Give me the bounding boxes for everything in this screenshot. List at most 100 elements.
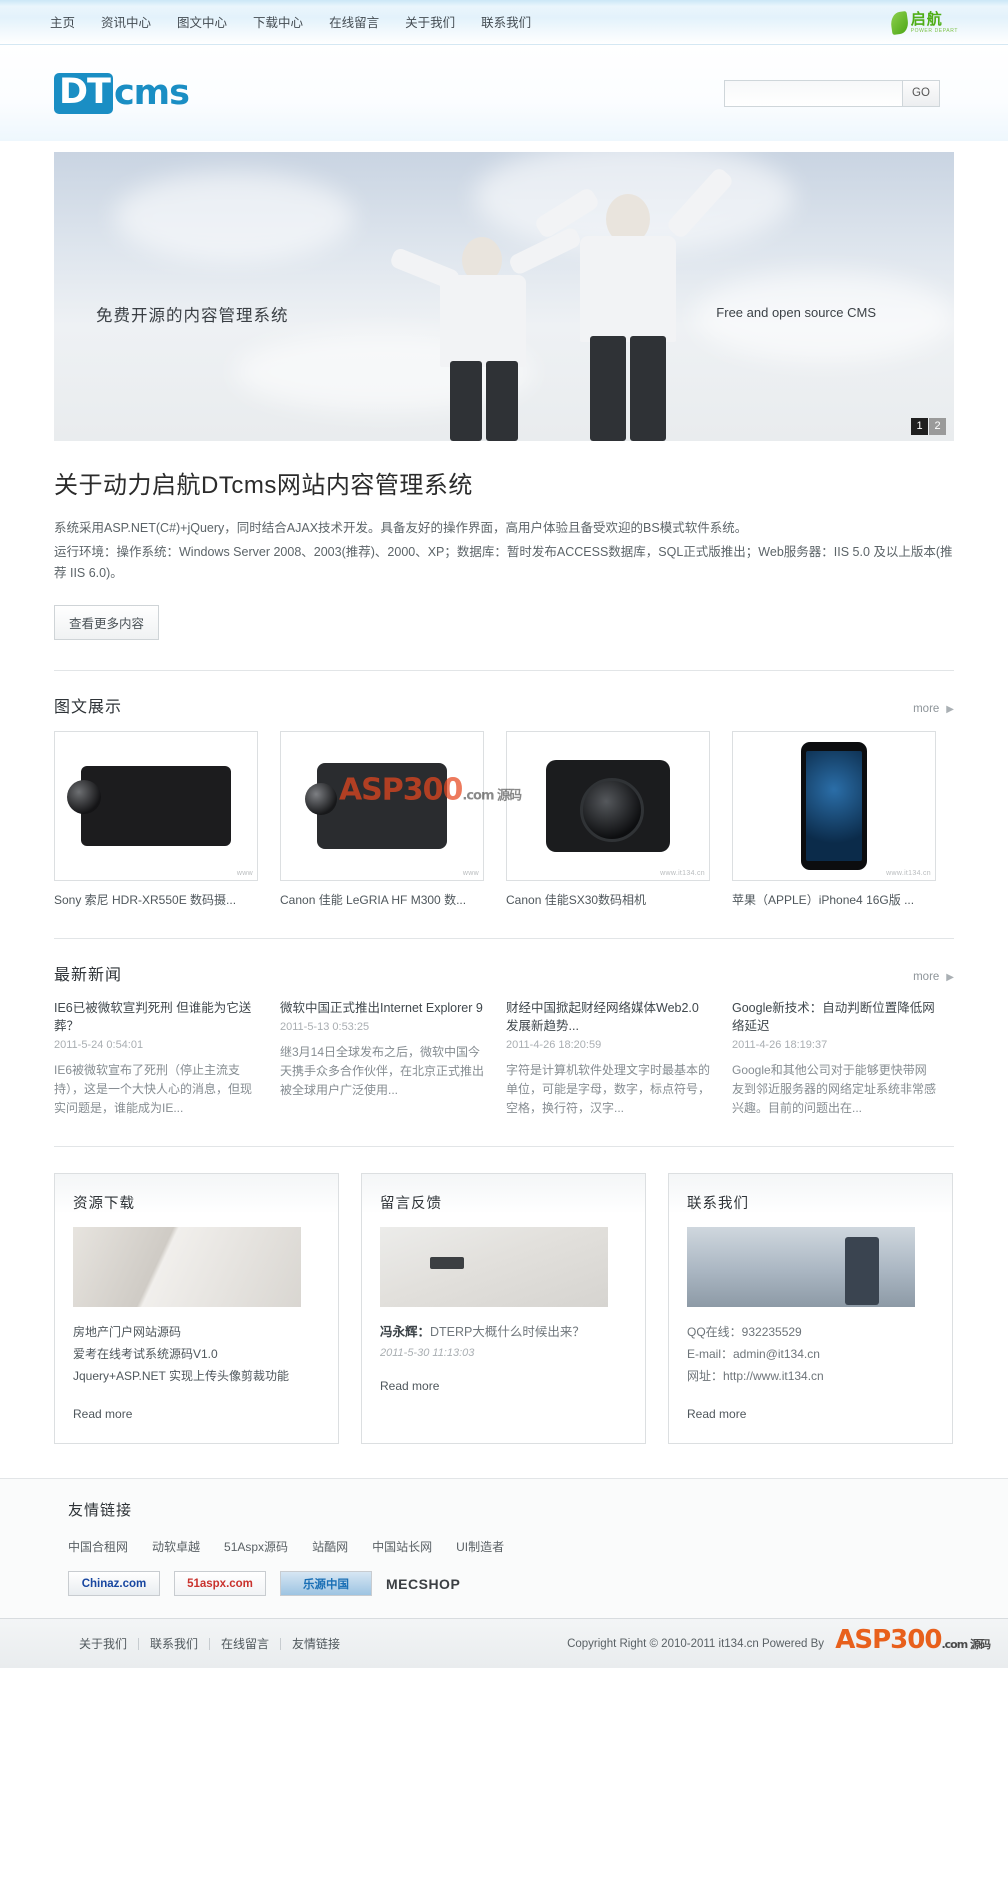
company-name-cn: 启航 bbox=[910, 10, 943, 28]
nav-item-home[interactable]: 主页 bbox=[44, 10, 88, 36]
panel-contact: 联系我们 QQ在线：932235529 E-mail：admin@it134.c… bbox=[668, 1173, 953, 1444]
search-input[interactable] bbox=[725, 80, 902, 106]
page-title: 关于动力启航DTcms网站内容管理系统 bbox=[54, 472, 473, 499]
about-paragraph-2: 运行环境：操作系统：Windows Server 2008、2003(推荐)、2… bbox=[54, 545, 953, 580]
downloads-read-more-link[interactable]: Read more bbox=[73, 1407, 132, 1421]
contact-qq: QQ在线：932235529 bbox=[687, 1325, 802, 1339]
friend-logo-mecshop[interactable]: MECSHOP bbox=[386, 1571, 460, 1596]
friend-logo-leyuan[interactable]: 乐源中国 bbox=[280, 1571, 372, 1596]
chevron-right-icon: ▶ bbox=[946, 971, 954, 983]
banner-headline-cn: 免费开源的内容管理系统 bbox=[96, 307, 289, 325]
friend-link[interactable]: UI制造者 bbox=[456, 1538, 504, 1555]
page-root: 主页 资讯中心 图文中心 下载中心 在线留言 关于我们 联系我们 启航 POWE… bbox=[0, 0, 1008, 1668]
footer-brand-suffix: .com 源码 bbox=[941, 1638, 991, 1651]
nav-item-contact[interactable]: 联系我们 bbox=[468, 10, 544, 36]
panel-contact-image bbox=[687, 1227, 915, 1307]
gallery-caption: Sony 索尼 HDR-XR550E 数码摄... bbox=[54, 893, 237, 907]
news-item-title[interactable]: 微软中国正式推出Internet Explorer 9 bbox=[280, 999, 484, 1017]
about-section: 关于动力启航DTcms网站内容管理系统 系统采用ASP.NET(C#)+jQue… bbox=[54, 441, 954, 640]
about-paragraph-1: 系统采用ASP.NET(C#)+jQuery，同时结合AJAX技术开发。具备友好… bbox=[54, 521, 748, 535]
leaf-icon bbox=[889, 10, 910, 35]
news-more-link[interactable]: more ▶ bbox=[913, 971, 954, 983]
company-logo[interactable]: 启航 POWER DEPART bbox=[889, 10, 964, 35]
guestbook-entry: 冯永辉：DTERP大概什么时候出来？ 2011-5-30 11:13:03 bbox=[380, 1321, 627, 1359]
gallery-item[interactable]: www Canon 佳能 LeGRIA HF M300 数... bbox=[280, 731, 484, 908]
friend-links-section: 友情链接 中国合租网 动软卓越 51Aspx源码 站酷网 中国站长网 UI制造者… bbox=[0, 1478, 1008, 1618]
nav-item-news[interactable]: 资讯中心 bbox=[88, 10, 164, 36]
news-item: IE6已被微软宣判死刑 但谁能为它送葬？ 2011-5-24 0:54:01 I… bbox=[54, 999, 258, 1118]
download-list-item[interactable]: 房地产门户网站源码 bbox=[73, 1321, 320, 1343]
news-item-summary: 继3月14日全球发布之后，微软中国今天携手众多合作伙伴，在北京正式推出被全球用户… bbox=[280, 1045, 485, 1097]
footer-link-friends[interactable]: 友情链接 bbox=[281, 1638, 351, 1650]
panel-downloads: 资源下载 房地产门户网站源码 爱考在线考试系统源码V1.0 Jquery+ASP… bbox=[54, 1173, 339, 1444]
thumbnail-watermark: www bbox=[236, 870, 253, 877]
gallery-more-link[interactable]: more ▶ bbox=[913, 703, 954, 715]
news-section-header: 最新新闻 more ▶ bbox=[54, 938, 954, 999]
thumbnail-watermark: www bbox=[462, 870, 479, 877]
gallery-thumbnail[interactable]: www bbox=[54, 731, 258, 881]
primary-navigation: 主页 资讯中心 图文中心 下载中心 在线留言 关于我们 联系我们 bbox=[44, 10, 544, 36]
footer-link-guestbook[interactable]: 在线留言 bbox=[210, 1638, 282, 1650]
gallery-item[interactable]: www.it134.cn Canon 佳能SX30数码相机 bbox=[506, 731, 710, 908]
footer-navigation: 关于我们 联系我们 在线留言 友情链接 bbox=[54, 1638, 351, 1650]
news-item-summary: IE6被微软宣布了死刑（停止主流支持），这是一个大快人心的消息，但现实问题是，谁… bbox=[54, 1063, 253, 1115]
guestbook-read-more-link[interactable]: Read more bbox=[380, 1379, 439, 1393]
nav-item-downloads[interactable]: 下载中心 bbox=[240, 10, 316, 36]
news-item-date: 2011-5-24 0:54:01 bbox=[54, 1039, 144, 1051]
dtcms-logo[interactable]: DT cms bbox=[54, 72, 190, 114]
feature-panels: 资源下载 房地产门户网站源码 爱考在线考试系统源码V1.0 Jquery+ASP… bbox=[54, 1146, 954, 1444]
footer-brand-name: ASP300 bbox=[835, 1625, 942, 1655]
friend-link[interactable]: 动软卓越 bbox=[152, 1538, 200, 1555]
banner-page-2[interactable]: 2 bbox=[929, 418, 946, 435]
banner-pagination[interactable]: 1 2 bbox=[911, 418, 946, 435]
hero-banner[interactable]: 免费开源的内容管理系统 Free and open source CMS 1 2 bbox=[54, 152, 954, 441]
gallery-item[interactable]: www.it134.cn 苹果（APPLE）iPhone4 16G版 ... bbox=[732, 731, 936, 908]
smartphone-icon bbox=[801, 742, 867, 870]
friend-logos-row: Chinaz.com 51aspx.com 乐源中国 MECSHOP bbox=[54, 1571, 954, 1596]
news-item-title[interactable]: Google新技术：自动判断位置降低网络延迟 bbox=[732, 999, 936, 1035]
main-container: 免费开源的内容管理系统 Free and open source CMS 1 2… bbox=[34, 152, 974, 1444]
friend-link[interactable]: 51Aspx源码 bbox=[224, 1538, 288, 1555]
camcorder-icon bbox=[305, 763, 447, 849]
nav-item-guestbook[interactable]: 在线留言 bbox=[316, 10, 392, 36]
friend-links-row: 中国合租网 动软卓越 51Aspx源码 站酷网 中国站长网 UI制造者 bbox=[54, 1538, 954, 1555]
top-bar: 主页 资讯中心 图文中心 下载中心 在线留言 关于我们 联系我们 启航 POWE… bbox=[0, 0, 1008, 45]
download-list: 房地产门户网站源码 爱考在线考试系统源码V1.0 Jquery+ASP.NET … bbox=[73, 1321, 320, 1387]
panel-downloads-image bbox=[73, 1227, 301, 1307]
contact-read-more-link[interactable]: Read more bbox=[687, 1407, 746, 1421]
friend-link[interactable]: 中国站长网 bbox=[372, 1538, 432, 1555]
site-header: DT cms GO bbox=[0, 45, 1008, 141]
news-item: 财经中国掀起财经网络媒体Web2.0发展新趋势... 2011-4-26 18:… bbox=[506, 999, 710, 1118]
gallery-thumbnail[interactable]: www.it134.cn bbox=[506, 731, 710, 881]
gallery-thumbnail[interactable]: www.it134.cn bbox=[732, 731, 936, 881]
gallery-caption: 苹果（APPLE）iPhone4 16G版 ... bbox=[732, 893, 915, 907]
nav-item-about[interactable]: 关于我们 bbox=[392, 10, 468, 36]
nav-item-gallery[interactable]: 图文中心 bbox=[164, 10, 240, 36]
news-title: 最新新闻 bbox=[54, 967, 123, 984]
gallery-item[interactable]: www Sony 索尼 HDR-XR550E 数码摄... bbox=[54, 731, 258, 908]
banner-page-1[interactable]: 1 bbox=[911, 418, 928, 435]
chevron-right-icon: ▶ bbox=[946, 703, 954, 715]
friend-link[interactable]: 站酷网 bbox=[312, 1538, 348, 1555]
footer-link-contact[interactable]: 联系我们 bbox=[139, 1638, 211, 1650]
download-list-item[interactable]: 爱考在线考试系统源码V1.0 bbox=[73, 1343, 320, 1365]
camcorder-icon bbox=[67, 766, 231, 846]
footer-brand-watermark: ASP300.com 源码 bbox=[835, 1625, 991, 1655]
search-box[interactable]: GO bbox=[724, 79, 940, 107]
cloud-shape bbox=[114, 172, 354, 262]
download-list-item[interactable]: Jquery+ASP.NET 实现上传头像剪裁功能 bbox=[73, 1365, 320, 1387]
news-grid: IE6已被微软宣判死刑 但谁能为它送葬？ 2011-5-24 0:54:01 I… bbox=[54, 999, 954, 1118]
friend-logo-chinaz[interactable]: Chinaz.com bbox=[68, 1571, 160, 1596]
panel-downloads-title: 资源下载 bbox=[73, 1196, 135, 1212]
search-go-button[interactable]: GO bbox=[902, 80, 939, 106]
friend-link[interactable]: 中国合租网 bbox=[68, 1538, 128, 1555]
footer-link-about[interactable]: 关于我们 bbox=[68, 1638, 140, 1650]
gallery-caption: Canon 佳能SX30数码相机 bbox=[506, 893, 647, 907]
view-more-button[interactable]: 查看更多内容 bbox=[54, 605, 160, 640]
news-item-title[interactable]: IE6已被微软宣判死刑 但谁能为它送葬？ bbox=[54, 999, 258, 1035]
gallery-thumbnail[interactable]: www bbox=[280, 731, 484, 881]
friend-logo-51aspx[interactable]: 51aspx.com bbox=[174, 1571, 266, 1596]
news-item-title[interactable]: 财经中国掀起财经网络媒体Web2.0发展新趋势... bbox=[506, 999, 710, 1035]
banner-headline-en: Free and open source CMS bbox=[716, 305, 876, 320]
panel-guestbook-title: 留言反馈 bbox=[380, 1196, 442, 1212]
